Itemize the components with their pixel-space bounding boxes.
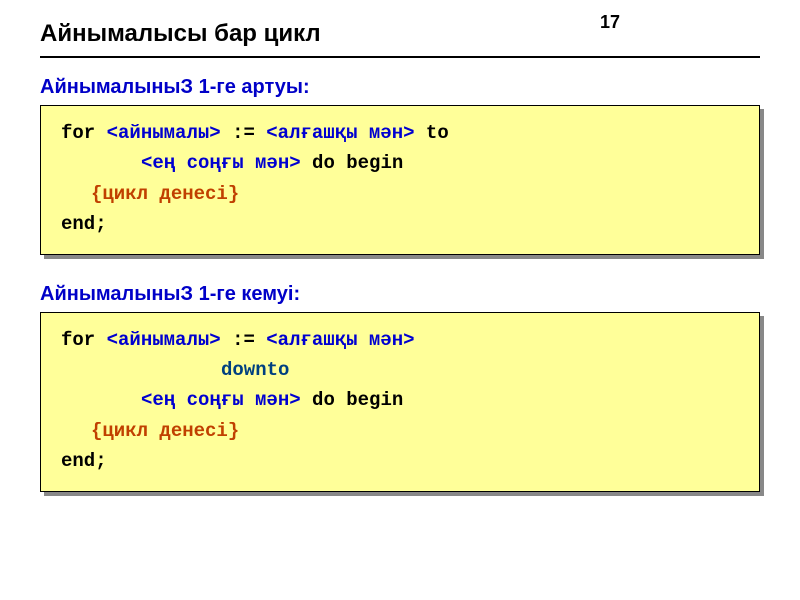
code-init-value: <алғашқы мән> (266, 122, 414, 144)
code-variable: <айнымалы> (107, 122, 221, 144)
section1-heading: АйнымалыныЗ 1-ге артуы: (40, 76, 760, 99)
code-line: <ең соңғы мән> do begin (61, 385, 739, 415)
keyword-do-begin: do begin (312, 152, 403, 174)
code-line: end; (61, 446, 739, 476)
code-line: <ең соңғы мән> do begin (61, 148, 739, 178)
operator-assign: := (232, 122, 255, 144)
code-block-1: for <айнымалы> := <алғашқы мән> to <ең с… (40, 105, 760, 255)
code-line: {цикл денесі} (61, 179, 739, 209)
keyword-downto: downto (221, 359, 289, 381)
code-block-2: for <айнымалы> := <алғашқы мән> downto <… (40, 312, 760, 492)
code-line: for <айнымалы> := <алғашқы мән> (61, 325, 739, 355)
code-end-value: <ең соңғы мән> (141, 389, 301, 411)
code-init-value: <алғашқы мән> (266, 329, 414, 351)
keyword-end: end; (61, 450, 107, 472)
section2-heading: АйнымалыныЗ 1-ге кемуі: (40, 283, 760, 306)
keyword-do-begin: do begin (312, 389, 403, 411)
keyword-for: for (61, 122, 95, 144)
code-body: {цикл денесі} (91, 183, 239, 205)
code-line: {цикл денесі} (61, 416, 739, 446)
code-body: {цикл денесі} (91, 420, 239, 442)
keyword-end: end; (61, 213, 107, 235)
operator-assign: := (232, 329, 255, 351)
code-variable: <айнымалы> (107, 329, 221, 351)
keyword-for: for (61, 329, 95, 351)
page-number: 17 (600, 12, 620, 33)
title-divider (40, 56, 760, 58)
code-line: end; (61, 209, 739, 239)
keyword-to: to (426, 122, 449, 144)
page-title: Айнымалысы бар цикл (40, 20, 760, 48)
code-line: for <айнымалы> := <алғашқы мән> to (61, 118, 739, 148)
code-end-value: <ең соңғы мән> (141, 152, 301, 174)
code-line: downto (61, 355, 739, 385)
